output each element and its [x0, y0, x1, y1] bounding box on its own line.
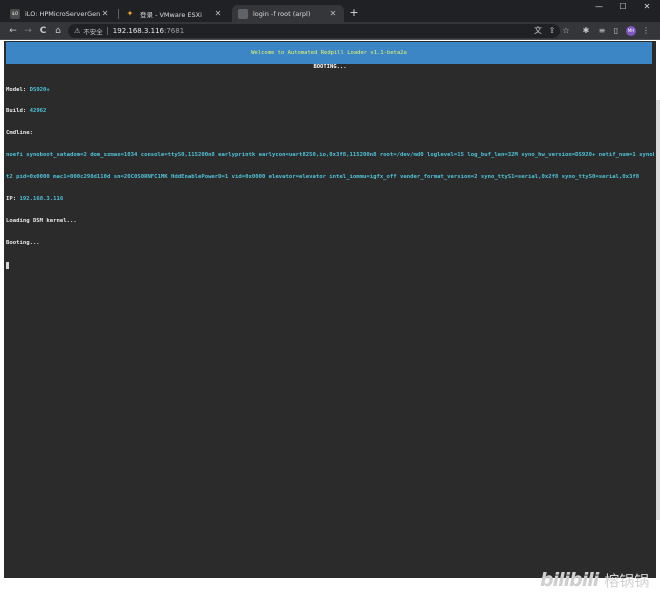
close-icon[interactable]: ✕ [213, 9, 223, 18]
watermark-name: 榕锅锅 [604, 571, 650, 590]
reload-icon[interactable]: C [36, 24, 50, 38]
booting-title: BOOTING... [313, 64, 347, 70]
tab-terminal[interactable]: login -f root (arpl) ✕ [232, 5, 344, 22]
back-arrow-icon[interactable]: ← [6, 24, 20, 38]
forward-arrow-icon[interactable]: → [21, 24, 35, 38]
ilo-favicon-icon: iLO [10, 8, 20, 19]
cmdline-text: noefi synoboot_satadom=2 dom_szmax=1034 … [6, 152, 654, 159]
cmdline-label: Cmdline: [6, 130, 33, 137]
tab-strip: iLO iLO: HPMicroServerGen8ESXi ✕ ✦ 登录 - … [0, 0, 660, 22]
bilibili-watermark: bilibili 榕锅锅 [540, 567, 649, 593]
cursor-line [6, 261, 654, 269]
reading-list-icon[interactable]: ≡ [596, 24, 608, 38]
minimize-icon[interactable]: — [588, 0, 610, 14]
close-icon[interactable]: ✕ [328, 9, 338, 18]
tab-ilo[interactable]: iLO iLO: HPMicroServerGen8ESXi ✕ [4, 5, 116, 22]
cmdline-text: t2 pid=0x0000 mac1=000c298d110d sn=20C0S… [6, 174, 640, 181]
bookmark-star-icon[interactable]: ☆ [560, 24, 572, 38]
terminal-cursor [6, 261, 9, 269]
terminal-output: Model: DS920+ Build: 42962 Cmdline: noef… [6, 72, 654, 284]
address-bar[interactable]: ⚠ 不安全 192.168.3.116 :7681 [68, 24, 560, 38]
url-port: :7681 [164, 27, 185, 35]
home-icon[interactable]: ⌂ [51, 24, 65, 38]
tab-title: 登录 - VMware ESXi [140, 10, 202, 19]
ip-value: 192.168.3.116 [19, 196, 64, 203]
close-window-icon[interactable]: ✕ [636, 0, 658, 14]
browser-toolbar: ← → C ⌂ ⚠ 不安全 192.168.3.116 :7681 文 ⇪ ☆ … [0, 22, 660, 40]
share-icon[interactable]: ⇪ [546, 24, 558, 38]
new-tab-plus-icon[interactable]: + [348, 7, 360, 19]
close-icon[interactable]: ✕ [100, 9, 110, 18]
menu-kebab-icon[interactable]: ⋮ [640, 24, 652, 38]
booting-line: Booting... [6, 239, 40, 246]
banner-text: Welcome to Automated Redpill Loader v1.1… [251, 50, 407, 56]
maximize-icon[interactable]: ☐ [612, 0, 634, 14]
model-value: DS920+ [29, 86, 50, 93]
tab-vmware[interactable]: ✦ 登录 - VMware ESXi ✕ [119, 5, 229, 22]
vmware-favicon-icon: ✦ [125, 8, 135, 19]
build-value: 42962 [29, 108, 47, 115]
page-content: Welcome to Automated Redpill Loader v1.1… [0, 40, 660, 597]
page-scrollbar[interactable] [656, 100, 660, 520]
translate-icon[interactable]: 文 [532, 24, 544, 38]
extensions-puzzle-icon[interactable]: ✱ [580, 24, 592, 38]
warning-icon[interactable]: ⚠ [74, 27, 80, 35]
tab-title: login -f root (arpl) [253, 9, 311, 18]
welcome-banner: Welcome to Automated Redpill Loader v1.1… [6, 42, 652, 64]
omnibox-divider [106, 27, 108, 35]
ip-line: IP: 192.168.3.116 [6, 196, 64, 203]
insecure-label[interactable]: 不安全 [83, 26, 103, 36]
url-host: 192.168.3.116 [112, 27, 164, 35]
profile-avatar[interactable]: MH [626, 26, 636, 36]
page-favicon-icon [238, 8, 248, 19]
build-line: Build: 42962 [6, 108, 47, 115]
loading-line: Loading DSM kernel... [6, 217, 77, 224]
tab-title: iLO: HPMicroServerGen8ESXi [25, 9, 100, 18]
bilibili-logo: bilibili [540, 569, 599, 591]
model-line: Model: DS920+ [6, 86, 50, 93]
side-panel-icon[interactable]: ▯ [610, 24, 622, 38]
terminal-window[interactable]: Welcome to Automated Redpill Loader v1.1… [4, 41, 656, 578]
